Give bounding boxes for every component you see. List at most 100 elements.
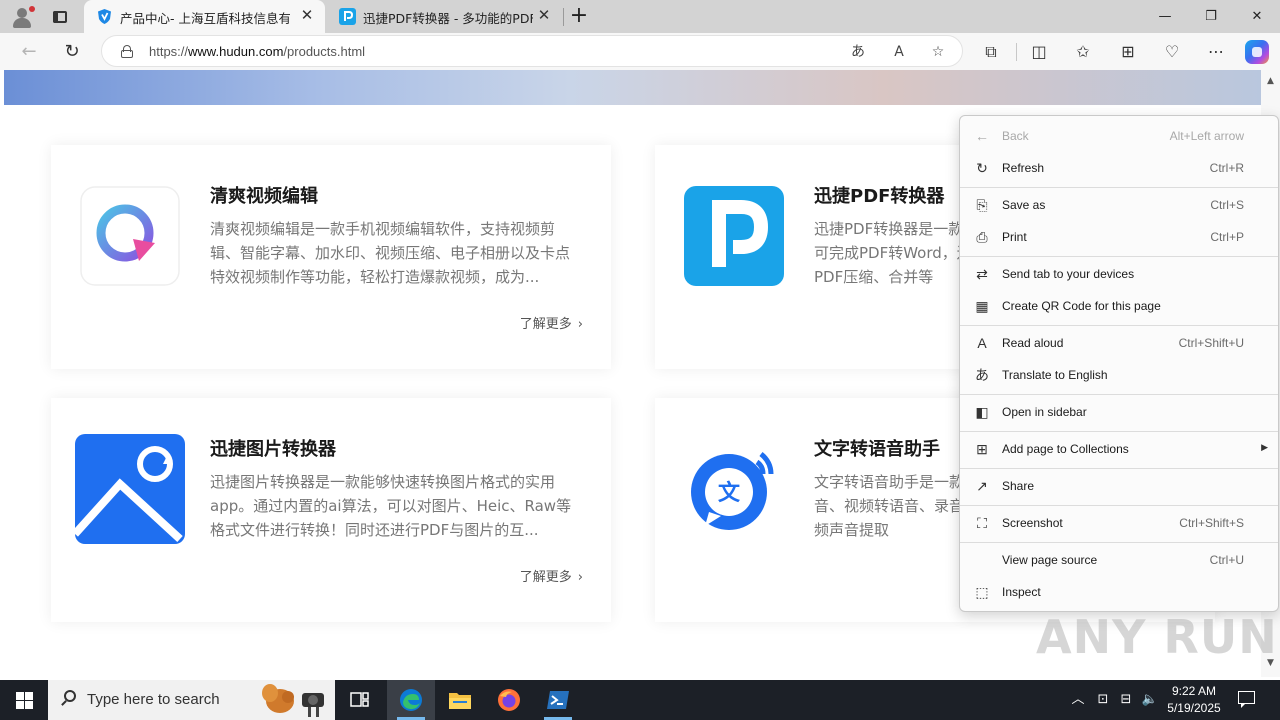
learn-more-link[interactable]: 了解更多 ›: [520, 566, 583, 585]
favorites-icon[interactable]: ✩: [1069, 38, 1097, 66]
qr-code-icon: ▦: [975, 298, 989, 314]
toolbar-separator: [1016, 43, 1017, 61]
tab-title: 迅捷PDF转换器 - 多功能的PDF转换器: [363, 11, 533, 26]
device-icon[interactable]: ⊡: [1093, 690, 1113, 710]
profile-icon[interactable]: [10, 5, 35, 29]
tab-products[interactable]: 产品中心- 上海互盾科技信息有限公司 ✕: [84, 0, 325, 33]
menu-item-send-tab[interactable]: ⇄ Send tab to your devices: [960, 259, 1278, 289]
product-card[interactable]: 清爽视频编辑 清爽视频编辑是一款手机视频编辑软件，支持视频剪辑、智能字幕、加水印…: [51, 145, 611, 369]
menu-separator: [960, 431, 1278, 432]
menu-separator: [960, 325, 1278, 326]
inspect-icon: ⬚: [975, 584, 989, 600]
menu-item-inspect[interactable]: ⬚ Inspect: [960, 577, 1278, 607]
product-card[interactable]: 迅捷图片转换器 迅捷图片转换器是一款能够快速转换图片格式的实用app。通过内置的…: [51, 398, 611, 622]
translate-page-icon[interactable]: あ: [847, 42, 869, 62]
menu-item-back[interactable]: ← Back Alt+Left arrow: [960, 121, 1278, 151]
start-button[interactable]: [0, 680, 48, 720]
tab-title: 产品中心- 上海互盾科技信息有限公司: [120, 11, 290, 26]
search-highlight-squirrel-icon: [262, 684, 324, 717]
menu-item-open-in-sidebar[interactable]: ◧ Open in sidebar: [960, 397, 1278, 427]
address-bar[interactable]: https://www.hudun.com/products.html あ A …: [101, 35, 963, 67]
tab-strip: 产品中心- 上海互盾科技信息有限公司 ✕ 迅捷PDF转换器 - 多功能的PDF转…: [0, 0, 1280, 33]
clock-date: 5/19/2025: [1167, 701, 1221, 715]
anyrun-watermark: ANY RUN: [1036, 610, 1278, 664]
read-aloud-icon: A: [977, 335, 987, 351]
close-tab-icon[interactable]: ✕: [299, 7, 315, 23]
submenu-arrow-icon: ▶: [1261, 442, 1268, 452]
video-editor-logo-icon: [80, 186, 180, 286]
search-placeholder: Type here to search: [87, 691, 220, 708]
network-icon[interactable]: ⊟: [1116, 690, 1136, 710]
search-icon: [60, 690, 78, 708]
close-window-button[interactable]: ✕: [1234, 0, 1280, 33]
lock-icon[interactable]: [121, 45, 133, 58]
copilot-icon[interactable]: [1245, 40, 1269, 64]
learn-more-link[interactable]: 了解更多 ›: [520, 313, 583, 332]
taskbar-edge[interactable]: [387, 680, 435, 720]
clock-time: 9:22 AM: [1171, 684, 1217, 698]
minimize-button[interactable]: —: [1142, 0, 1188, 33]
taskbar-firefox[interactable]: [485, 680, 533, 720]
image-converter-logo-icon: [75, 434, 185, 544]
menu-item-save-as[interactable]: ⎘ Save as Ctrl+S: [960, 190, 1278, 220]
product-description: 迅捷图片转换器是一款能够快速转换图片格式的实用app。通过内置的ai算法，可以对…: [210, 473, 572, 539]
extensions-icon[interactable]: ⧉: [977, 38, 1005, 66]
refresh-icon[interactable]: ↻: [57, 37, 87, 67]
back-arrow-icon[interactable]: ←: [14, 37, 44, 67]
scroll-up-icon[interactable]: ▲: [1264, 75, 1277, 88]
menu-item-share[interactable]: ↗ Share: [960, 471, 1278, 501]
taskbar: Type here to search ︿ ⊡ ⊟ 🔈 9:22 AM 5/19…: [0, 680, 1280, 720]
tab-actions-icon[interactable]: [50, 7, 70, 27]
product-name: 清爽视频编辑: [210, 186, 318, 207]
product-name: 迅捷PDF转换器: [814, 186, 945, 207]
maximize-button[interactable]: ❐: [1188, 0, 1234, 33]
menu-item-add-to-collections[interactable]: ⊞ Add page to Collections ▶: [960, 434, 1278, 464]
show-hidden-icons-icon[interactable]: ︿: [1068, 690, 1088, 710]
svg-text:文: 文: [718, 480, 741, 506]
taskbar-file-explorer[interactable]: [436, 680, 484, 720]
windows-logo-icon: [16, 692, 24, 700]
settings-more-icon[interactable]: ⋯: [1202, 38, 1230, 66]
menu-item-qr-code[interactable]: ▦ Create QR Code for this page: [960, 291, 1278, 321]
system-clock[interactable]: 9:22 AM 5/19/2025: [1164, 683, 1224, 717]
split-screen-icon[interactable]: ◫: [1025, 38, 1053, 66]
menu-item-refresh[interactable]: ↻ Refresh Ctrl+R: [960, 153, 1278, 183]
print-icon: ⎙: [976, 229, 988, 245]
tab-pdf-converter[interactable]: 迅捷PDF转换器 - 多功能的PDF转换器 ✕: [327, 0, 562, 33]
read-aloud-icon[interactable]: A: [888, 42, 910, 62]
screenshot-icon: ⛶: [977, 515, 987, 531]
product-name: 迅捷图片转换器: [210, 439, 336, 460]
translate-icon: あ: [975, 367, 989, 383]
chevron-right-icon: ›: [577, 570, 583, 585]
shield-favicon-icon: [98, 9, 111, 24]
tab-separator: [563, 8, 564, 26]
folder-icon: [449, 693, 471, 709]
navigation-bar: ← ↻ https://www.hudun.com/products.html …: [0, 33, 1280, 70]
context-menu: ← Back Alt+Left arrow ↻ Refresh Ctrl+R ⎘…: [959, 115, 1279, 612]
menu-item-print[interactable]: ⎙ Print Ctrl+P: [960, 222, 1278, 252]
menu-separator: [960, 187, 1278, 188]
task-view-button[interactable]: [336, 680, 384, 720]
taskbar-search-box[interactable]: Type here to search: [48, 680, 335, 720]
close-tab-icon[interactable]: ✕: [536, 7, 552, 23]
menu-item-screenshot[interactable]: ⛶ Screenshot Ctrl+Shift+S: [960, 508, 1278, 538]
refresh-icon: ↻: [976, 160, 988, 176]
collections-icon[interactable]: ⊞: [1114, 38, 1142, 66]
new-tab-icon[interactable]: +: [569, 5, 589, 27]
hero-banner: [4, 70, 1261, 105]
menu-separator: [960, 468, 1278, 469]
menu-item-view-source[interactable]: View page source Ctrl+U: [960, 545, 1278, 575]
notifications-icon[interactable]: [1236, 690, 1258, 710]
back-arrow-icon: ←: [975, 128, 989, 144]
menu-item-read-aloud[interactable]: A Read aloud Ctrl+Shift+U: [960, 328, 1278, 358]
edge-icon: [400, 689, 422, 711]
menu-item-translate[interactable]: あ Translate to English: [960, 360, 1278, 390]
share-icon: ↗: [976, 478, 988, 494]
browser-essentials-icon[interactable]: ♡: [1158, 38, 1186, 66]
url-text[interactable]: https://www.hudun.com/products.html: [149, 44, 365, 59]
taskbar-powershell[interactable]: [534, 680, 582, 720]
menu-separator: [960, 505, 1278, 506]
volume-icon[interactable]: 🔈: [1140, 690, 1160, 710]
favorite-star-icon[interactable]: ☆: [927, 42, 949, 62]
send-to-devices-icon: ⇄: [976, 266, 988, 282]
